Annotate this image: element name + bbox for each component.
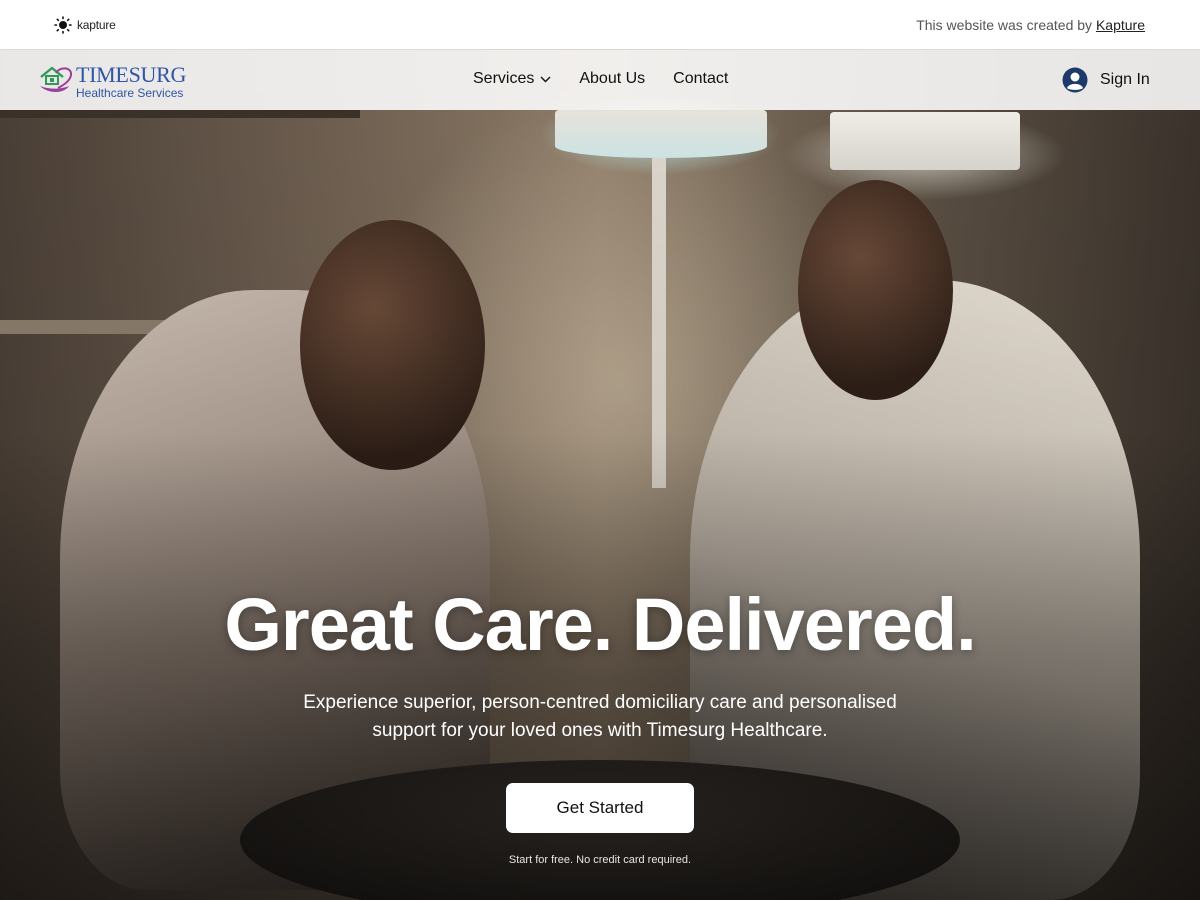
- kapture-banner: kapture This website was created by Kapt…: [0, 0, 1200, 50]
- nav-item-about-us[interactable]: About Us: [579, 70, 645, 88]
- free-trial-note: Start for free. No credit card required.: [508, 854, 692, 866]
- nav-item-services[interactable]: Services: [473, 70, 551, 88]
- kapture-link[interactable]: Kapture: [1096, 17, 1145, 33]
- house-heart-icon: [40, 66, 73, 92]
- hero-headline: Great Care. Delivered.: [224, 583, 976, 666]
- sign-in-label: Sign In: [1100, 71, 1150, 88]
- main-menu: Services About Us Contact: [473, 70, 728, 88]
- get-started-button[interactable]: Get Started: [506, 783, 694, 833]
- credit-text: This website was created by: [916, 16, 1096, 33]
- site-credit: This website was created by Kapture: [916, 17, 1145, 33]
- main-navbar: TIMESURG Healthcare Services Services Ab…: [0, 50, 1200, 110]
- chevron-down-icon: [540, 70, 551, 88]
- logo-subtitle: Healthcare Services: [76, 86, 184, 100]
- hero-overlay: [0, 50, 1200, 900]
- nav-item-label: Contact: [673, 70, 729, 87]
- logo-title: TIMESURG: [76, 62, 187, 87]
- nav-item-label: Services: [473, 70, 535, 87]
- sign-in-button[interactable]: Sign In: [1062, 67, 1150, 93]
- hero-subtext: Experience superior, person-centred domi…: [303, 692, 897, 741]
- nav-item-label: About Us: [579, 70, 646, 87]
- kapture-sun-icon: [54, 15, 72, 34]
- kapture-wordmark: kapture: [77, 17, 116, 32]
- timesurg-logo[interactable]: TIMESURG Healthcare Services: [38, 64, 186, 99]
- hero-background-image: [0, 50, 1200, 900]
- user-avatar-icon: [1062, 67, 1088, 93]
- nav-item-contact[interactable]: Contact: [673, 70, 728, 88]
- kapture-brand[interactable]: kapture: [54, 15, 116, 34]
